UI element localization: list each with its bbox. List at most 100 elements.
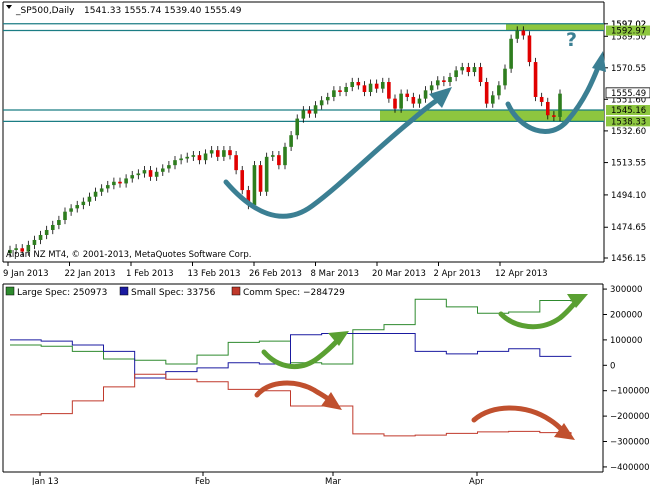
candle-body	[38, 234, 43, 240]
candle-body	[399, 93, 403, 109]
candle-body	[435, 80, 440, 86]
candle-body	[387, 82, 391, 99]
price-panel	[0, 0, 650, 282]
candle-body	[552, 115, 556, 117]
date-tick-label: 1 Feb 2013	[126, 269, 174, 279]
price-tick-label: 1532.60	[611, 127, 646, 137]
legend-large: Large Spec: 250973	[17, 288, 107, 298]
candle-body	[87, 196, 92, 202]
candle-body	[258, 165, 263, 192]
candle-body	[362, 85, 367, 92]
candle-body	[222, 150, 226, 157]
candle-body	[558, 93, 562, 117]
candle-body	[289, 135, 293, 147]
date-tick-label: 12 Apr 2013	[495, 269, 548, 279]
copyright-text: Alpari NZ MT4, © 2001-2013, MetaQuotes S…	[6, 250, 251, 260]
candle-body	[197, 155, 202, 161]
candle-body	[215, 150, 220, 157]
cot-panel	[0, 282, 650, 485]
question-mark: ?	[566, 29, 577, 51]
header-symbol: _SP500,Daily	[15, 6, 75, 16]
candle-body	[484, 82, 489, 104]
cot-legend: Large Spec: 250973 Small Spec: 33756 Com…	[5, 286, 345, 298]
candle-body	[442, 80, 446, 83]
candle-body	[270, 155, 275, 157]
price-label: 1538.33	[611, 117, 646, 127]
candle-body	[356, 82, 361, 86]
date-tick-label: 8 Mar 2013	[311, 269, 359, 279]
candle-body	[203, 153, 208, 161]
candle-body	[118, 181, 122, 184]
candle-body	[490, 95, 495, 104]
cot-date-tick-label: Jan 13	[31, 477, 59, 485]
candle-body	[252, 165, 257, 206]
candle-body	[374, 83, 379, 89]
candle-body	[332, 90, 336, 97]
cot-tick-label: 200000	[610, 310, 642, 320]
candle-body	[368, 83, 373, 92]
date-tick-label: 22 Jan 2013	[65, 269, 116, 279]
candle-body	[350, 82, 355, 87]
candle-body	[307, 110, 312, 114]
candle-body	[325, 96, 330, 101]
candle-body	[136, 173, 141, 176]
cot-tick-label: −200000	[610, 412, 650, 422]
candle-body	[313, 105, 318, 114]
date-tick-label: 9 Jan 2013	[3, 269, 49, 279]
candle-body	[527, 35, 532, 63]
candle-body	[57, 220, 61, 225]
candle-body	[301, 110, 306, 119]
candle-body	[533, 62, 538, 97]
chart-canvas: _SP500,Daily 1541.33 1555.74 1539.40 155…	[0, 0, 650, 485]
price-tick-label: 1474.65	[611, 223, 646, 233]
candle-body	[319, 100, 324, 106]
candle-body	[429, 85, 434, 91]
cot-tick-label: −400000	[610, 463, 650, 473]
legend-swatch-small	[119, 286, 129, 296]
candle-body	[179, 158, 183, 161]
candle-body	[148, 170, 153, 177]
candle-body	[185, 156, 190, 159]
candle-body	[497, 85, 501, 96]
price-tick-label: 1513.55	[611, 159, 646, 169]
candle-body	[264, 156, 269, 192]
candle-body	[295, 118, 300, 136]
cot-date-tick-label: Feb	[195, 477, 210, 485]
candle-body	[466, 67, 471, 73]
candle-body	[99, 188, 104, 192]
candle-body	[69, 208, 73, 212]
candle-body	[105, 185, 110, 189]
candle-body	[503, 68, 507, 86]
candle-body	[509, 38, 513, 69]
candle-body	[124, 178, 128, 184]
price-tick-label: 1456.15	[611, 254, 646, 264]
candle-body	[112, 181, 116, 186]
candle-body	[521, 30, 526, 36]
date-tick-label: 20 Mar 2013	[372, 269, 426, 279]
candle-body	[50, 224, 55, 230]
candle-body	[32, 239, 37, 245]
candle-body	[142, 170, 147, 174]
candle-body	[44, 229, 49, 235]
date-tick-label: 26 Feb 2013	[249, 269, 302, 279]
header-ohlc: 1541.33 1555.74 1539.40 1555.49	[84, 6, 242, 16]
candle-body	[75, 205, 80, 209]
candle-body	[228, 150, 232, 156]
date-tick-label: 2 Apr 2013	[434, 269, 481, 279]
candle-body	[417, 98, 422, 104]
candle-body	[448, 77, 452, 83]
cot-date-tick-label: Apr	[469, 477, 484, 485]
zone-fill-0	[506, 23, 604, 31]
candle-body	[234, 155, 238, 171]
candle-body	[167, 165, 171, 169]
legend-swatch-comm	[231, 286, 241, 296]
candle-body	[380, 82, 385, 89]
candle-body	[209, 150, 214, 154]
cot-tick-label: 100000	[610, 336, 642, 346]
candle-body	[454, 70, 458, 78]
candle-body	[154, 171, 159, 177]
price-tick-label: 1570.55	[611, 64, 646, 74]
legend-small: Small Spec: 33756	[131, 288, 216, 298]
candle-body	[63, 211, 67, 221]
candle-body	[472, 67, 477, 73]
